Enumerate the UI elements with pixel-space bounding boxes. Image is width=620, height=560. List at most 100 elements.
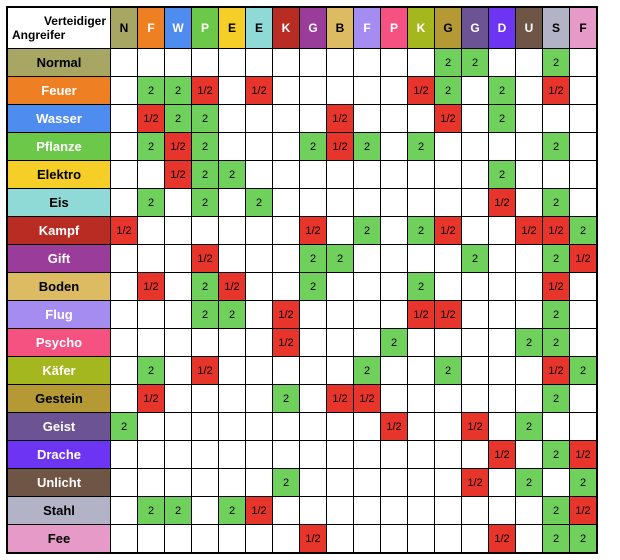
- cell: 2: [408, 133, 435, 161]
- cell: [327, 273, 354, 301]
- cell: [516, 385, 543, 413]
- cell: [300, 301, 327, 329]
- cell: [327, 525, 354, 554]
- defender-col-wasser: W: [165, 7, 192, 49]
- cell: 2: [327, 245, 354, 273]
- cell: [462, 329, 489, 357]
- cell: [219, 329, 246, 357]
- cell: [381, 441, 408, 469]
- cell: [219, 357, 246, 385]
- cell: [219, 469, 246, 497]
- cell: [462, 105, 489, 133]
- cell: [219, 217, 246, 245]
- cell: [462, 217, 489, 245]
- cell: [516, 497, 543, 525]
- cell: [570, 329, 598, 357]
- cell: 1/2: [273, 301, 300, 329]
- cell: 1/2: [570, 441, 598, 469]
- cell: 1/2: [219, 273, 246, 301]
- cell: [381, 245, 408, 273]
- cell: [219, 245, 246, 273]
- cell: [219, 77, 246, 105]
- attacker-row-kampf: Kampf: [7, 217, 111, 245]
- cell: [273, 525, 300, 554]
- cell: [192, 469, 219, 497]
- cell: [354, 525, 381, 554]
- attacker-row-flug: Flug: [7, 301, 111, 329]
- cell: 1/2: [435, 301, 462, 329]
- cell: [219, 525, 246, 554]
- attacker-row-pflanze: Pflanze: [7, 133, 111, 161]
- cell: [354, 469, 381, 497]
- cell: 2: [516, 469, 543, 497]
- cell: [570, 385, 598, 413]
- cell: [192, 217, 219, 245]
- cell: 1/2: [138, 105, 165, 133]
- cell: [273, 77, 300, 105]
- cell: 2: [570, 525, 598, 554]
- cell: 1/2: [354, 385, 381, 413]
- attacker-row-gestein: Gestein: [7, 385, 111, 413]
- cell: [408, 469, 435, 497]
- attacker-row-eis: Eis: [7, 189, 111, 217]
- cell: 1/2: [327, 133, 354, 161]
- cell: [381, 385, 408, 413]
- corner-header: VerteidigerAngreifer: [7, 7, 111, 49]
- cell: 1/2: [165, 161, 192, 189]
- cell: 2: [435, 77, 462, 105]
- cell: [381, 273, 408, 301]
- cell: [111, 133, 138, 161]
- cell: [435, 413, 462, 441]
- defender-col-kampf: K: [273, 7, 300, 49]
- cell: [111, 161, 138, 189]
- cell: [165, 49, 192, 77]
- cell: [246, 273, 273, 301]
- cell: [489, 469, 516, 497]
- cell: [381, 469, 408, 497]
- cell: [354, 329, 381, 357]
- cell: [543, 413, 570, 441]
- cell: 2: [462, 49, 489, 77]
- cell: [273, 217, 300, 245]
- cell: [408, 49, 435, 77]
- cell: [570, 273, 598, 301]
- cell: [327, 161, 354, 189]
- cell: 2: [570, 357, 598, 385]
- cell: 2: [192, 273, 219, 301]
- cell: [408, 161, 435, 189]
- cell: [516, 133, 543, 161]
- cell: [354, 161, 381, 189]
- cell: [300, 105, 327, 133]
- cell: [435, 441, 462, 469]
- cell: [435, 273, 462, 301]
- cell: [219, 441, 246, 469]
- cell: 1/2: [543, 217, 570, 245]
- cell: [138, 245, 165, 273]
- cell: 2: [489, 77, 516, 105]
- cell: [219, 413, 246, 441]
- defender-col-feuer: F: [138, 7, 165, 49]
- cell: 2: [354, 133, 381, 161]
- attacker-label: Angreifer: [12, 28, 106, 42]
- cell: [381, 77, 408, 105]
- cell: [327, 217, 354, 245]
- cell: [381, 525, 408, 554]
- cell: [435, 497, 462, 525]
- cell: [408, 357, 435, 385]
- cell: 2: [543, 497, 570, 525]
- cell: 1/2: [462, 469, 489, 497]
- cell: [165, 273, 192, 301]
- defender-col-drache: D: [489, 7, 516, 49]
- cell: [165, 189, 192, 217]
- cell: 2: [570, 469, 598, 497]
- cell: [111, 329, 138, 357]
- cell: 1/2: [300, 525, 327, 554]
- defender-col-gestein: G: [435, 7, 462, 49]
- cell: [300, 357, 327, 385]
- cell: 1/2: [138, 385, 165, 413]
- cell: 1/2: [246, 497, 273, 525]
- cell: 2: [408, 217, 435, 245]
- cell: [570, 105, 598, 133]
- cell: [435, 161, 462, 189]
- cell: 2: [435, 357, 462, 385]
